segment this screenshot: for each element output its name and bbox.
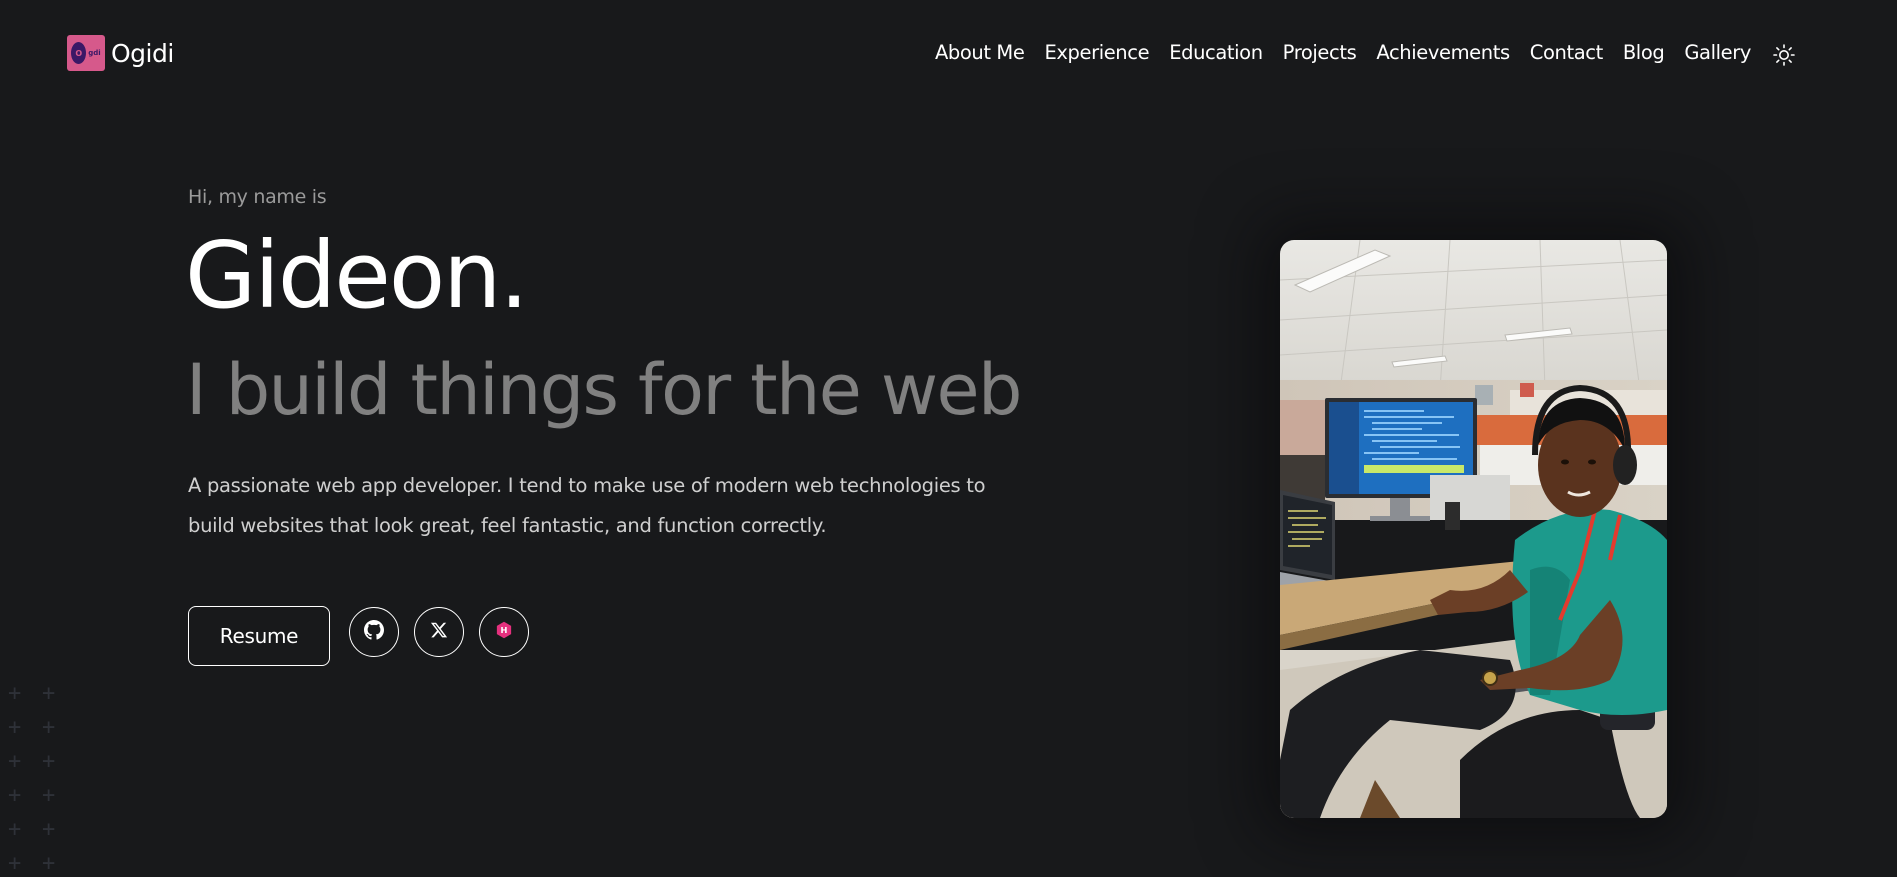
plus-icon: +	[8, 783, 22, 808]
profile-photo	[1280, 240, 1667, 818]
nav-projects[interactable]: Projects	[1283, 41, 1357, 64]
nav-about-me[interactable]: About Me	[935, 41, 1025, 64]
logo-text: Ogidi	[111, 38, 174, 68]
nav-blog[interactable]: Blog	[1623, 41, 1665, 64]
nav-education[interactable]: Education	[1169, 41, 1263, 64]
plus-icon: +	[8, 817, 22, 842]
hashnode-link[interactable]: H	[479, 607, 529, 657]
svg-text:H: H	[501, 625, 508, 635]
plus-icon: +	[42, 783, 56, 808]
nav-achievements[interactable]: Achievements	[1376, 41, 1510, 64]
plus-icon: +	[42, 715, 56, 740]
logo-link[interactable]: O gdi Ogidi	[67, 34, 174, 72]
nav-gallery[interactable]: Gallery	[1684, 41, 1751, 64]
plus-icon: +	[42, 749, 56, 774]
plus-icon: +	[42, 817, 56, 842]
sun-icon[interactable]	[1771, 42, 1797, 68]
x-link[interactable]	[414, 607, 464, 657]
decorative-plus-pattern: + + + + + + + + + + + +	[8, 681, 76, 876]
main-nav: About Me Experience Education Projects A…	[935, 36, 1797, 68]
nav-contact[interactable]: Contact	[1530, 41, 1603, 64]
hero-greeting: Hi, my name is	[188, 186, 327, 208]
plus-icon: +	[8, 715, 22, 740]
plus-icon: +	[8, 851, 22, 876]
site-header: O gdi Ogidi About Me Experience Educatio…	[0, 0, 1897, 106]
hero-tagline: I build things for the web	[186, 349, 1022, 431]
nav-experience[interactable]: Experience	[1044, 41, 1149, 64]
plus-icon: +	[42, 851, 56, 876]
portrait-photo	[1280, 240, 1667, 818]
x-icon	[430, 621, 448, 643]
hashnode-icon: H	[495, 621, 513, 643]
github-link[interactable]	[349, 607, 399, 657]
hero-bio: A passionate web app developer. I tend t…	[188, 474, 986, 537]
logo-icon: O gdi	[67, 35, 105, 71]
plus-icon: +	[42, 681, 56, 706]
plus-icon: +	[8, 749, 22, 774]
resume-button[interactable]: Resume	[188, 606, 330, 666]
plus-icon: +	[8, 681, 22, 706]
github-icon	[364, 620, 384, 644]
hero-name: Gideon.	[185, 222, 529, 329]
